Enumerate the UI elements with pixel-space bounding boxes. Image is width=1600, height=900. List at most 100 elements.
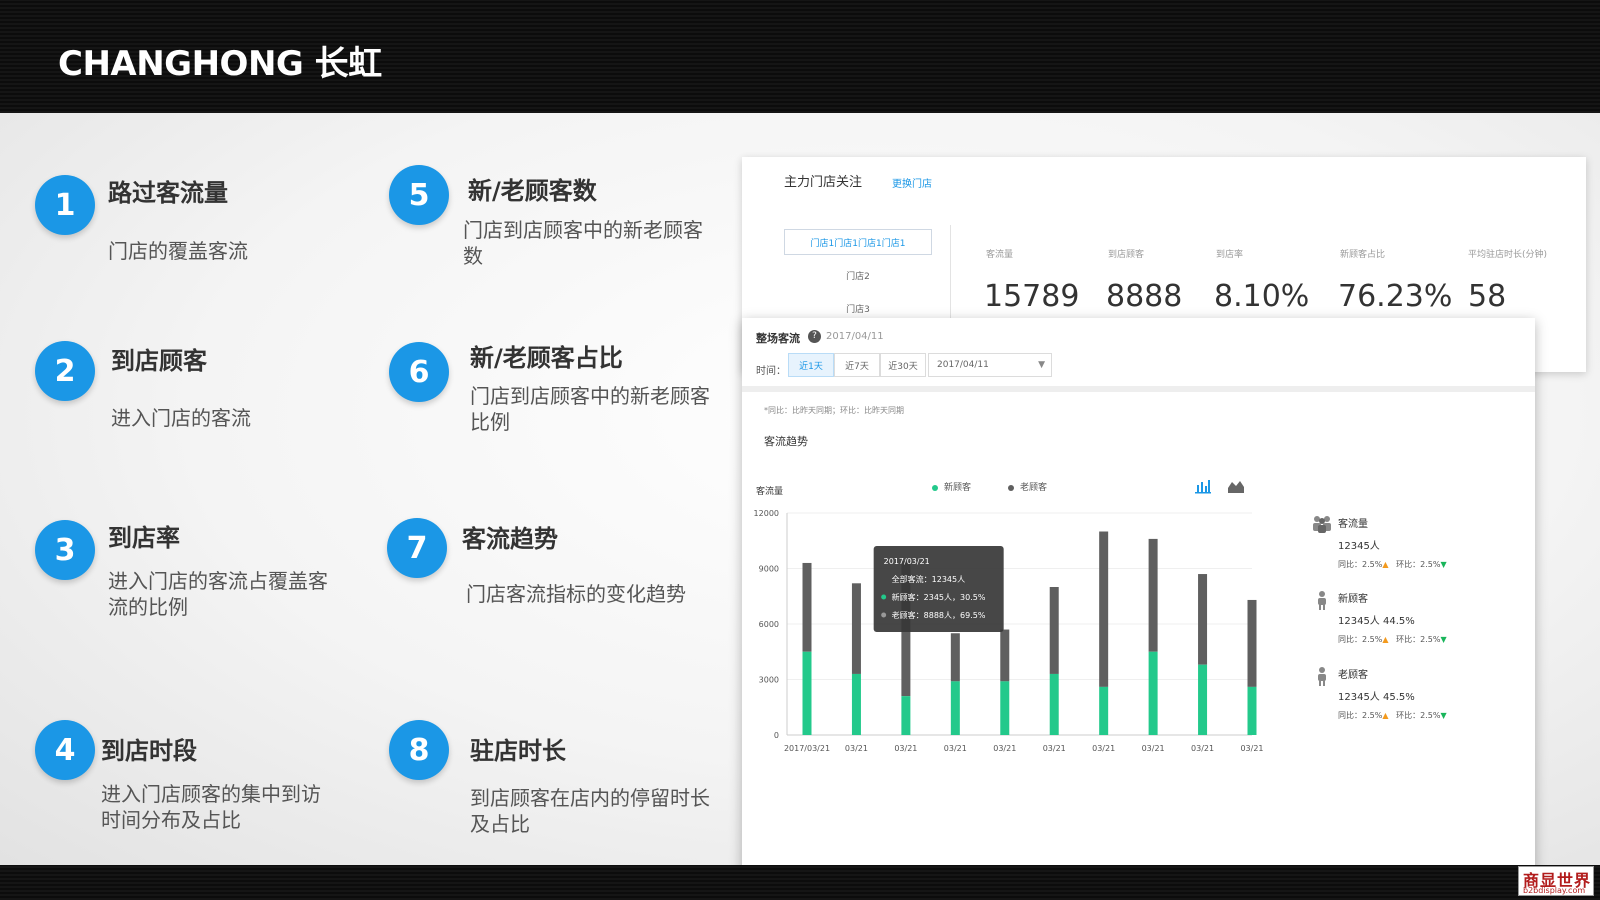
traffic-panel-title: 整场客流 (756, 332, 800, 345)
yoy-value: 同比：2.5% (1338, 560, 1383, 569)
feature-title: 客流趋势 (462, 525, 558, 553)
slide-content: 1 路过客流量 门店的覆盖客流 2 到店顾客 进入门店的客流 3 到店率 进入门… (0, 113, 1600, 865)
bar-new-customer (851, 673, 861, 735)
mom-value: 环比：2.5% (1396, 635, 1441, 644)
watermark-en: b2bdisplay.com (1523, 886, 1586, 895)
store-item[interactable]: 门店3 (784, 302, 932, 315)
arrow-down-icon: ▼ (1440, 711, 1447, 720)
change-store-link[interactable]: 更换门店 (892, 175, 932, 190)
y-tick-label: 0 (774, 731, 779, 740)
bar-new-customer (1049, 673, 1059, 735)
metric-value: 76.23% (1338, 279, 1453, 314)
tooltip-text: 老顾客：8888人，69.5% (892, 610, 986, 620)
y-tick-label: 9000 (759, 565, 779, 574)
feature-number-badge: 2 (35, 341, 95, 401)
legend-dot-old (1008, 484, 1014, 491)
x-tick-label: 2017/03/21 (784, 744, 830, 753)
area-chart-icon[interactable] (1227, 478, 1245, 494)
yoy-value: 同比：2.5% (1338, 711, 1383, 720)
legend-old[interactable]: 老顾客 (1008, 480, 1047, 493)
section-title: 客流趋势 (764, 435, 808, 448)
person-icon (1318, 591, 1326, 610)
arrow-down-icon: ▼ (1440, 635, 1447, 644)
feature-title: 到店率 (108, 524, 180, 552)
metric-value: 8888 (1106, 279, 1183, 314)
y-axis-label: 客流量 (756, 487, 784, 497)
tooltip-dot (881, 612, 887, 618)
feature-desc: 进入门店的客流 (111, 406, 251, 430)
bar-old-customer (1148, 538, 1158, 652)
traffic-panel: 整场客流 ? 2017/04/11 时间： 近1天 近7天 近30天 2017/… (742, 318, 1535, 865)
stat-title: 新顾客 (1338, 594, 1368, 605)
metric-value: 58 (1468, 279, 1507, 314)
tab-7-days[interactable]: 近7天 (834, 353, 880, 377)
x-tick-label: 03/21 (1240, 744, 1263, 753)
legend-dot-new (932, 484, 938, 491)
stat-change: 同比：2.5%▲ 环比：2.5%▼ (1338, 559, 1447, 570)
x-tick-label: 03/21 (1142, 744, 1165, 753)
feature-title: 驻店时长 (470, 737, 566, 765)
bar-new-customer (1000, 681, 1010, 735)
bar-new-customer (1247, 686, 1257, 735)
x-tick-label: 03/21 (1043, 744, 1066, 753)
tooltip-text: 2017/03/21 (884, 557, 930, 566)
feature-title: 路过客流量 (108, 179, 228, 207)
feature-number-badge: 4 (35, 720, 95, 780)
metric-label: 平均驻店时长(分钟) (1468, 250, 1548, 260)
x-tick-label: 03/21 (894, 744, 917, 753)
feature-desc: 进入门店顾客的集中到访时间分布及占比 (101, 782, 321, 832)
date-select[interactable]: 2017/04/11 ▼ (928, 353, 1052, 377)
tab-30-days[interactable]: 近30天 (880, 353, 926, 377)
metric-label: 客流量 (986, 250, 1014, 260)
date-select-value: 2017/04/11 (937, 360, 989, 370)
bar-new-customer (1099, 686, 1109, 735)
metric-label: 新顾客占比 (1340, 250, 1386, 260)
header-bar: CHANGHONG 长虹 (0, 0, 1600, 113)
arrow-up-icon: ▲ (1382, 635, 1389, 644)
stat-title: 老顾客 (1338, 670, 1368, 681)
mom-value: 环比：2.5% (1396, 560, 1441, 569)
tab-1-day[interactable]: 近1天 (788, 353, 834, 377)
x-tick-label: 03/21 (1191, 744, 1214, 753)
bar-old-customer (1198, 574, 1208, 665)
metric-value: 15789 (984, 279, 1080, 314)
panel-date: 2017/04/11 (826, 331, 884, 342)
feature-title: 到店顾客 (111, 347, 207, 375)
feature-number-badge: 3 (35, 520, 95, 580)
x-tick-label: 03/21 (944, 744, 967, 753)
bar-new-customer (1198, 664, 1208, 735)
bar-old-customer (1049, 587, 1059, 674)
x-tick-label: 03/21 (1092, 744, 1115, 753)
bar-new-customer (950, 681, 960, 735)
bar-old-customer (1247, 599, 1257, 687)
stat-value: 12345人 45.5% (1338, 692, 1415, 703)
feature-desc: 门店的覆盖客流 (108, 239, 248, 263)
yoy-value: 同比：2.5% (1338, 635, 1383, 644)
feature-desc: 门店到店顾客中的新老顾客比例 (470, 384, 710, 434)
feature-number-badge: 8 (389, 720, 449, 780)
store-item-selected[interactable]: 门店1门店1门店1门店1 (784, 229, 932, 255)
legend-new-label: 新顾客 (944, 483, 972, 493)
feature-number-badge: 1 (35, 175, 95, 235)
person-icon (1318, 667, 1326, 686)
feature-number-badge: 7 (387, 518, 447, 578)
feature-desc: 门店客流指标的变化趋势 (466, 582, 686, 606)
feature-title: 新/老顾客数 (468, 177, 597, 205)
feature-desc: 到店顾客在店内的停留时长及占比 (470, 786, 710, 836)
arrow-down-icon: ▼ (1440, 560, 1447, 569)
footer-bar: 商显世界 b2bdisplay.com (0, 865, 1600, 900)
bar-new-customer (1148, 651, 1158, 735)
help-icon[interactable]: ? (808, 330, 821, 343)
metric-value: 8.10% (1214, 279, 1310, 314)
legend-old-label: 老顾客 (1020, 483, 1048, 493)
bar-chart-icon[interactable] (1194, 478, 1212, 494)
legend-new[interactable]: 新顾客 (932, 480, 971, 493)
stat-title: 客流量 (1338, 519, 1368, 530)
bar-old-customer (1099, 531, 1109, 687)
stat-change: 同比：2.5%▲ 环比：2.5%▼ (1338, 634, 1447, 645)
store-item[interactable]: 门店2 (784, 269, 932, 282)
tooltip-text: 全部客流：12345人 (892, 574, 965, 584)
bar-new-customer (901, 696, 911, 735)
store-focus-title: 主力门店关注 (784, 175, 863, 190)
time-label: 时间： (756, 366, 786, 377)
